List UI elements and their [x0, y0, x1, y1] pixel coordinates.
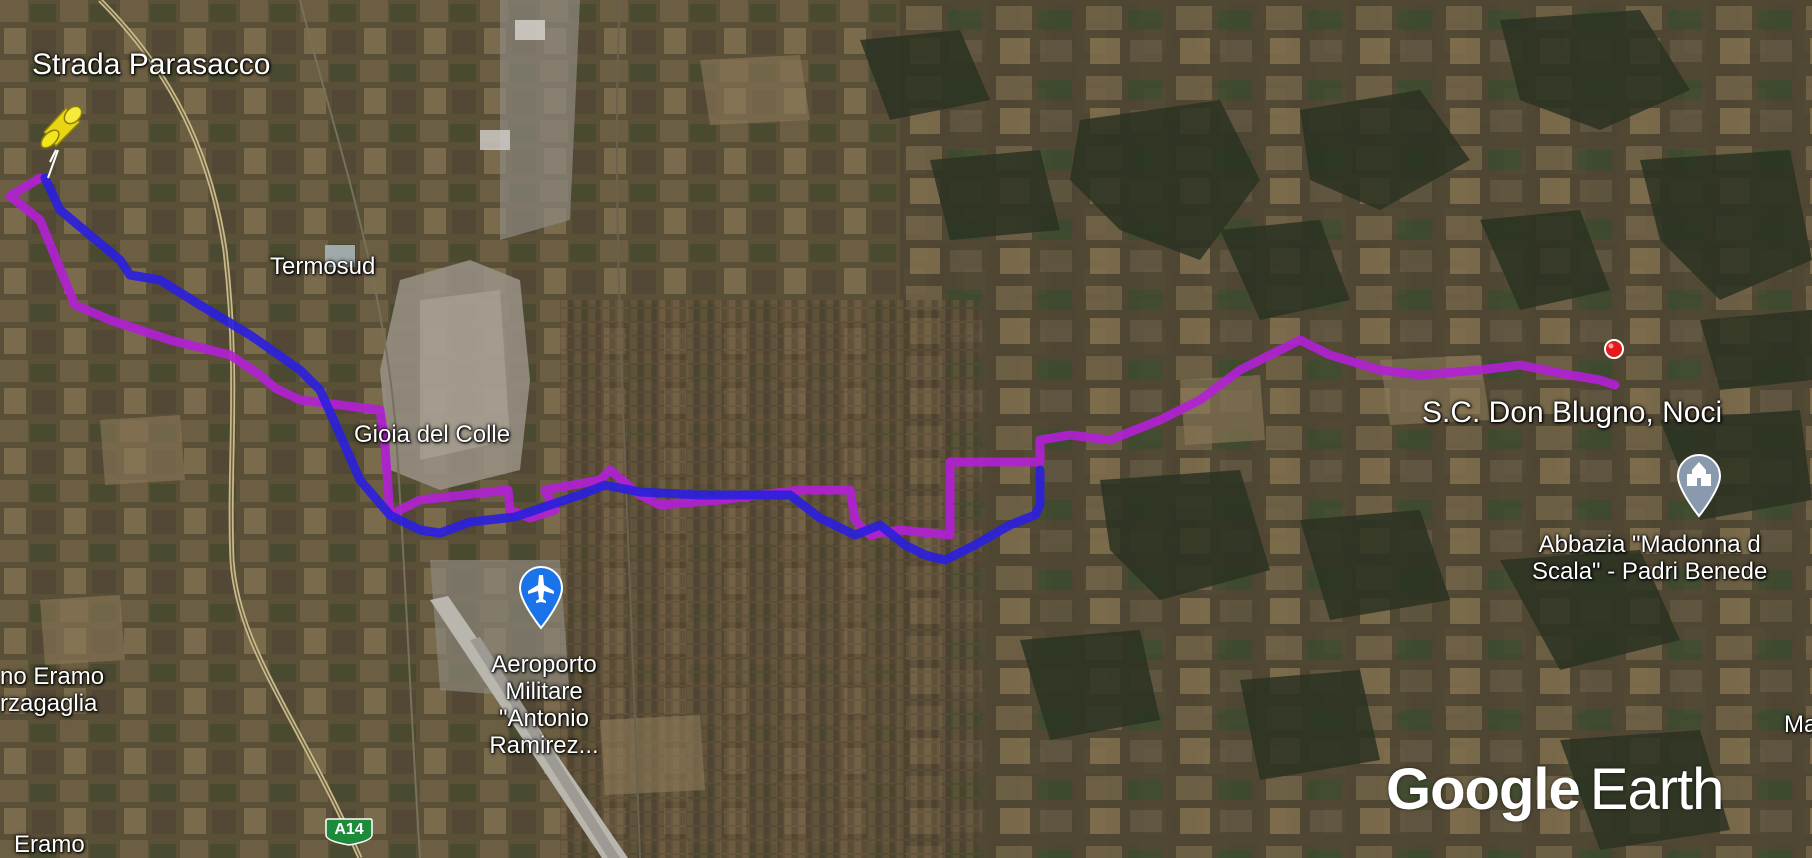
label-left-town1-line1: no Eramo [0, 663, 105, 690]
pushpin-icon[interactable] [36, 104, 88, 164]
label-left-town2[interactable]: Eramo [14, 831, 85, 858]
label-left-town1[interactable]: no Eramo rzagaglia [0, 663, 105, 718]
label-abbey-line1: Abbazia "Madonna d [1538, 531, 1761, 558]
label-left-town1-line2: rzagaglia [0, 689, 98, 717]
label-right-edge[interactable]: Ma [1784, 711, 1812, 739]
google-earth-watermark: Google Earth [1386, 756, 1725, 823]
label-town[interactable]: Gioia del Colle [354, 421, 510, 449]
label-airport-line2: Militare [505, 677, 583, 705]
label-airport-line4: Ramirez... [489, 731, 599, 759]
airport-icon[interactable] [518, 566, 564, 630]
highway-shield: A14 [324, 817, 374, 847]
end-point-dot-icon[interactable] [1603, 338, 1625, 360]
label-abbey[interactable]: Abbazia "Madonna d Scala" - Padri Benede [1532, 531, 1768, 586]
satellite-map[interactable]: A14 Strada Parasacco Termosud Gioia del … [0, 0, 1812, 858]
label-abbey-line2: Scala" - Padri Benede [1532, 557, 1768, 585]
label-airport-line3: "Antonio [499, 704, 589, 732]
label-termosud[interactable]: Termosud [270, 253, 375, 281]
label-airport[interactable]: Aeroporto Militare "Antonio Ramirez... [464, 651, 624, 760]
label-start-point[interactable]: Strada Parasacco [32, 48, 270, 82]
label-airport-line1: Aeroporto [491, 651, 597, 678]
label-end-point[interactable]: S.C. Don Blugno, Noci [1422, 396, 1722, 430]
watermark-earth: Earth [1589, 757, 1725, 822]
highway-label: A14 [334, 821, 364, 838]
watermark-google: Google [1386, 757, 1581, 822]
place-of-worship-icon[interactable] [1676, 454, 1722, 518]
